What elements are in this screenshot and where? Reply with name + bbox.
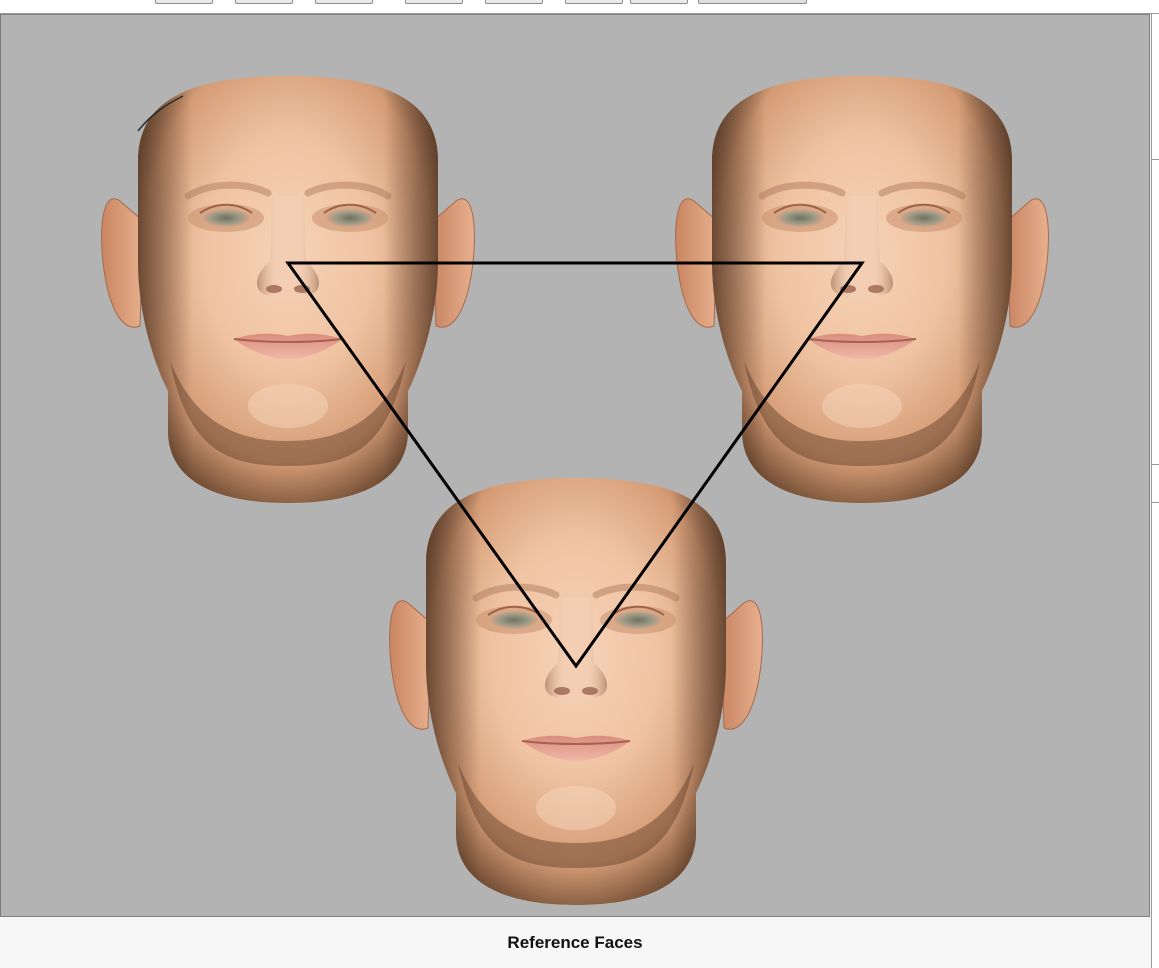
toolbar-button-4[interactable] [405, 0, 463, 4]
toolbar-button-8[interactable] [698, 0, 807, 4]
right-strip-divider [1152, 502, 1159, 503]
toolbar-button-7[interactable] [630, 0, 688, 4]
toolbar-button-1[interactable] [155, 0, 213, 4]
toolbar-button-5[interactable] [485, 0, 543, 4]
reference-face-top-right [676, 76, 1049, 503]
faces-canvas [1, 15, 1149, 916]
reference-face-top-left [102, 76, 475, 503]
toolbar-button-6[interactable] [565, 0, 623, 4]
toolbar-button-3[interactable] [315, 0, 373, 4]
caption-label: Reference Faces [507, 933, 643, 952]
reference-face-bottom [390, 478, 763, 905]
right-strip-divider [1152, 159, 1159, 160]
toolbar [0, 0, 1159, 14]
app-window: Reference Faces [0, 0, 1159, 968]
toolbar-button-2[interactable] [235, 0, 293, 4]
render-viewport[interactable] [0, 14, 1150, 917]
caption-bar: Reference Faces [0, 918, 1150, 968]
right-scroll-strip[interactable] [1151, 14, 1159, 968]
right-strip-divider [1152, 464, 1159, 465]
